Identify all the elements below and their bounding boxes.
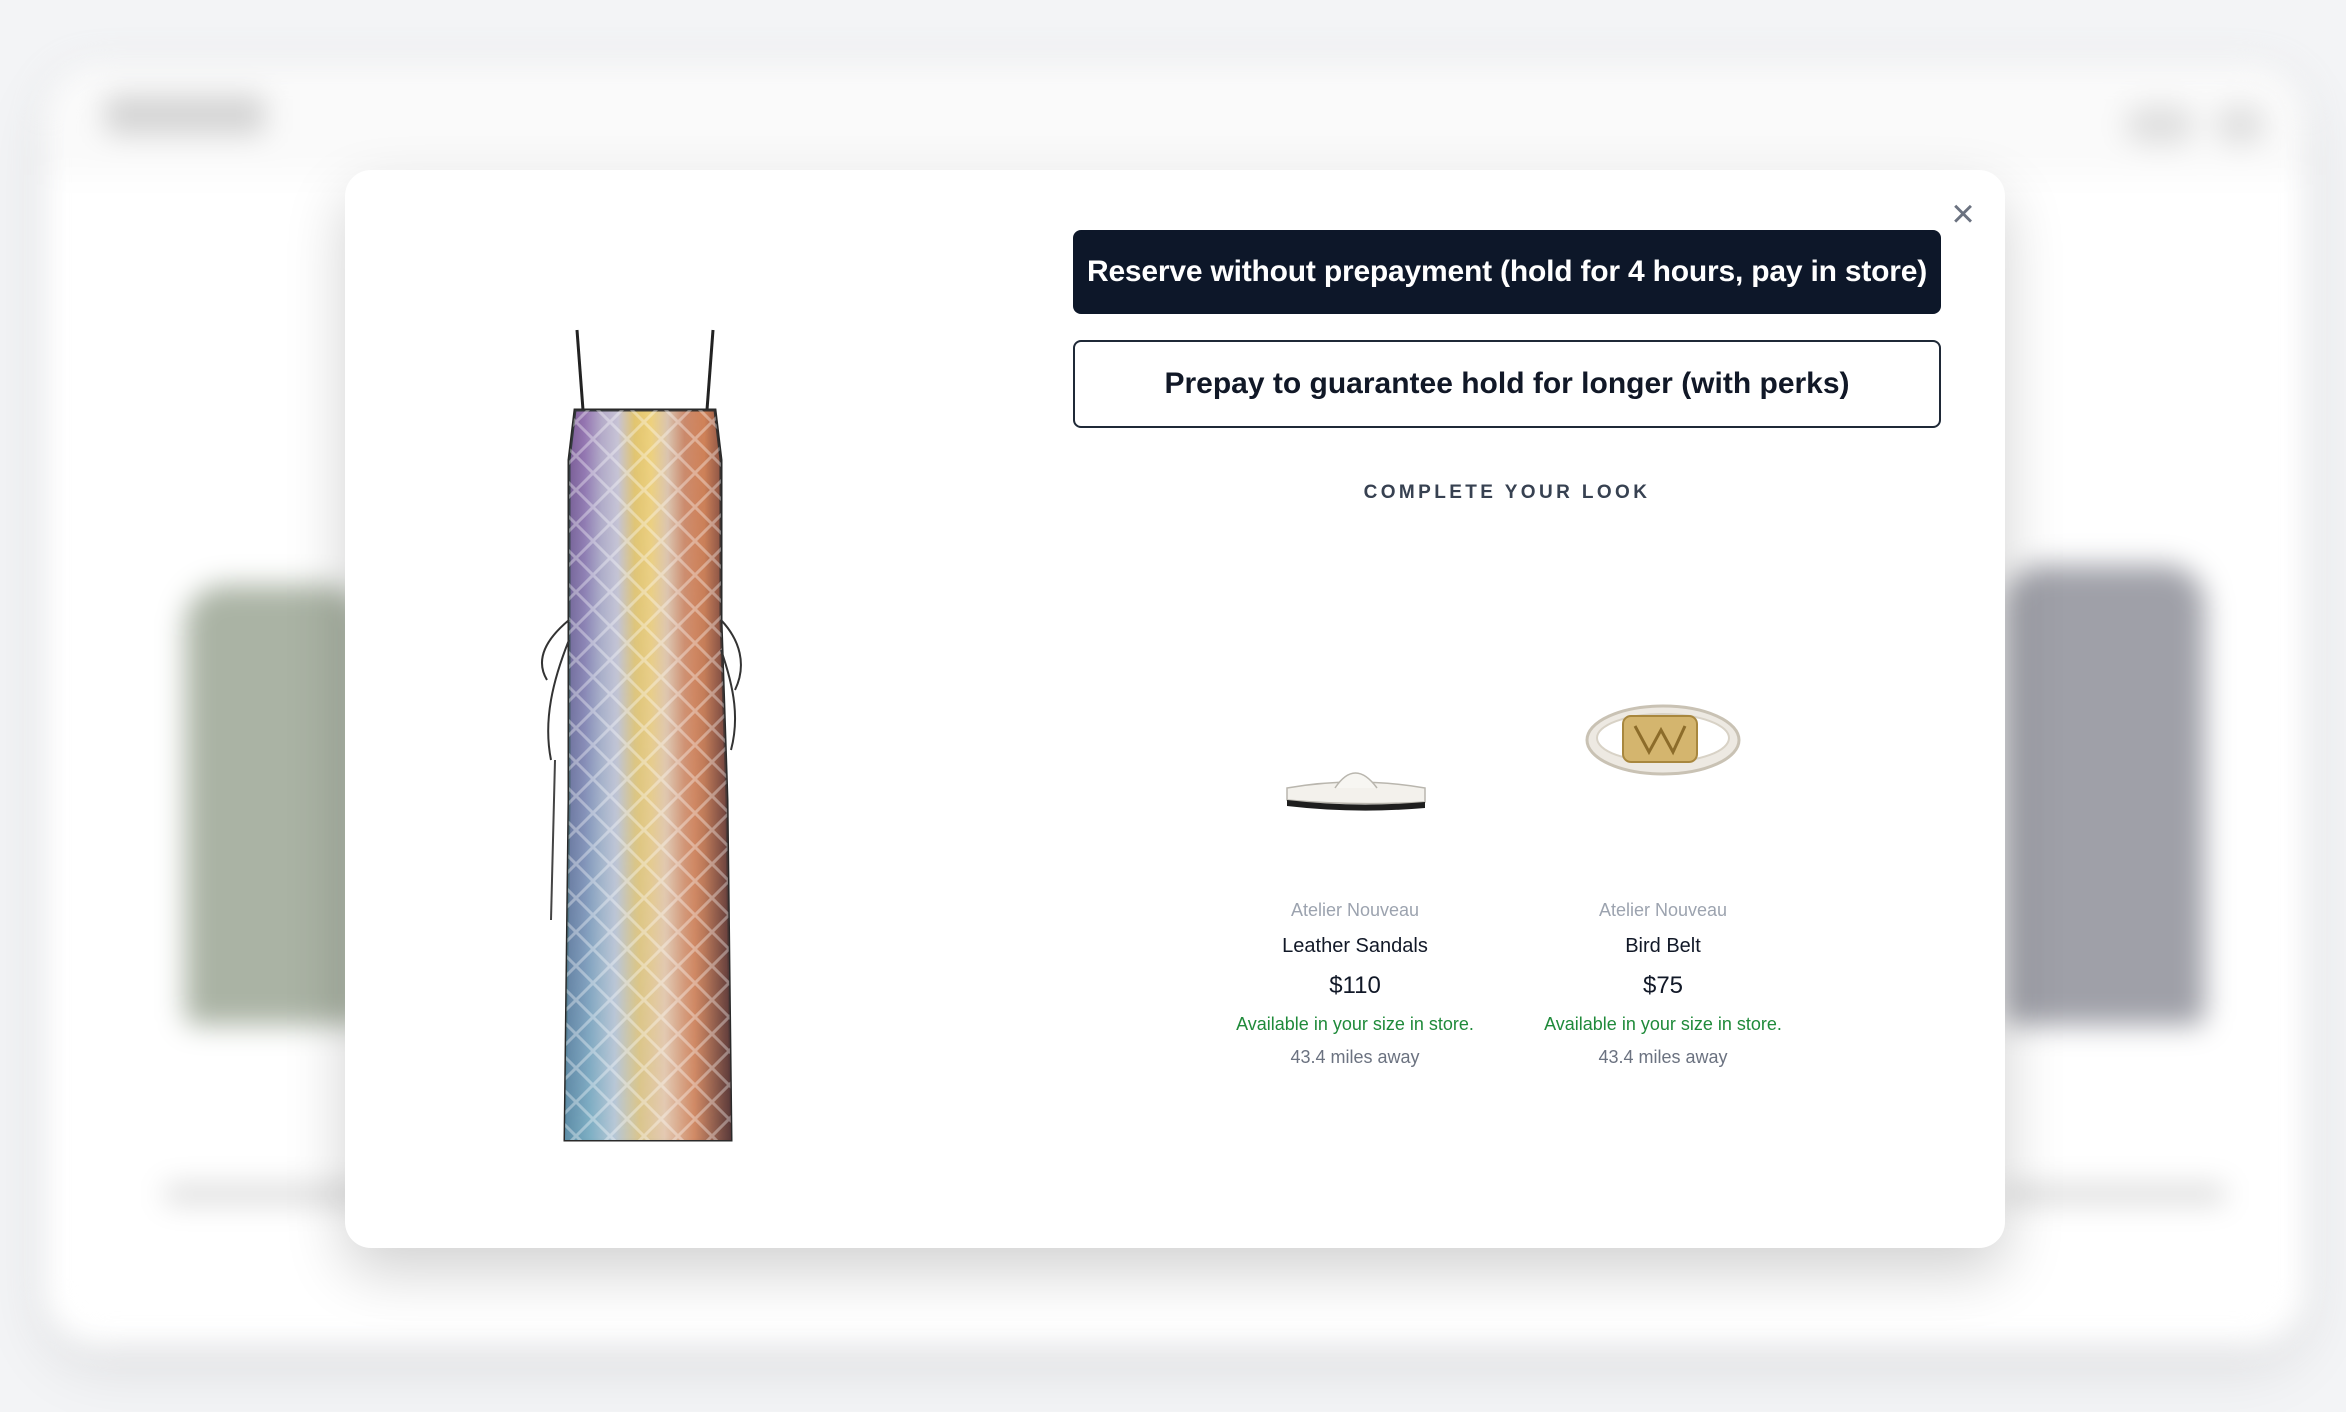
product-image	[525, 320, 825, 1150]
background-header	[45, 65, 2305, 175]
availability-text: Available in your size in store.	[1544, 1014, 1782, 1034]
prepay-guarantee-hold-button[interactable]: Prepay to guarantee hold for longer (wit…	[1073, 340, 1941, 428]
background-text	[2005, 1185, 2225, 1203]
product-brand: Atelier Nouveau	[1598, 900, 1728, 920]
background-product-image	[2005, 565, 2205, 1025]
availability-text: Available in your size in store.	[1236, 1014, 1474, 1034]
reserve-without-prepayment-button[interactable]: Reserve without prepayment (hold for 4 h…	[1073, 230, 1941, 314]
recommended-product-card[interactable]: Atelier Nouveau Bird Belt $75 Available …	[1513, 630, 1813, 1068]
background-icon	[2125, 105, 2195, 145]
sandal-icon	[1205, 630, 1505, 890]
reserve-modal: × Reserve without prepayment (hold for 4…	[345, 170, 2005, 1248]
product-name: Bird Belt	[1625, 935, 1701, 957]
recommended-product-card[interactable]: Atelier Nouveau Leather Sandals $110 Ava…	[1205, 630, 1505, 1068]
product-price: $110	[1329, 972, 1381, 999]
background-text	[165, 1185, 365, 1203]
distance-text: 43.4 miles away	[1598, 1047, 1728, 1067]
background-logo	[105, 95, 265, 135]
background-icon	[2215, 105, 2265, 145]
product-name: Leather Sandals	[1282, 935, 1428, 957]
belt-icon	[1513, 630, 1813, 890]
product-brand: Atelier Nouveau	[1290, 900, 1420, 920]
complete-your-look-heading: COMPLETE YOUR LOOK	[1363, 482, 1651, 503]
distance-text: 43.4 miles away	[1290, 1047, 1420, 1067]
product-price: $75	[1642, 972, 1684, 999]
background-product-image	[185, 585, 365, 1025]
close-button[interactable]: ×	[1945, 194, 1981, 234]
